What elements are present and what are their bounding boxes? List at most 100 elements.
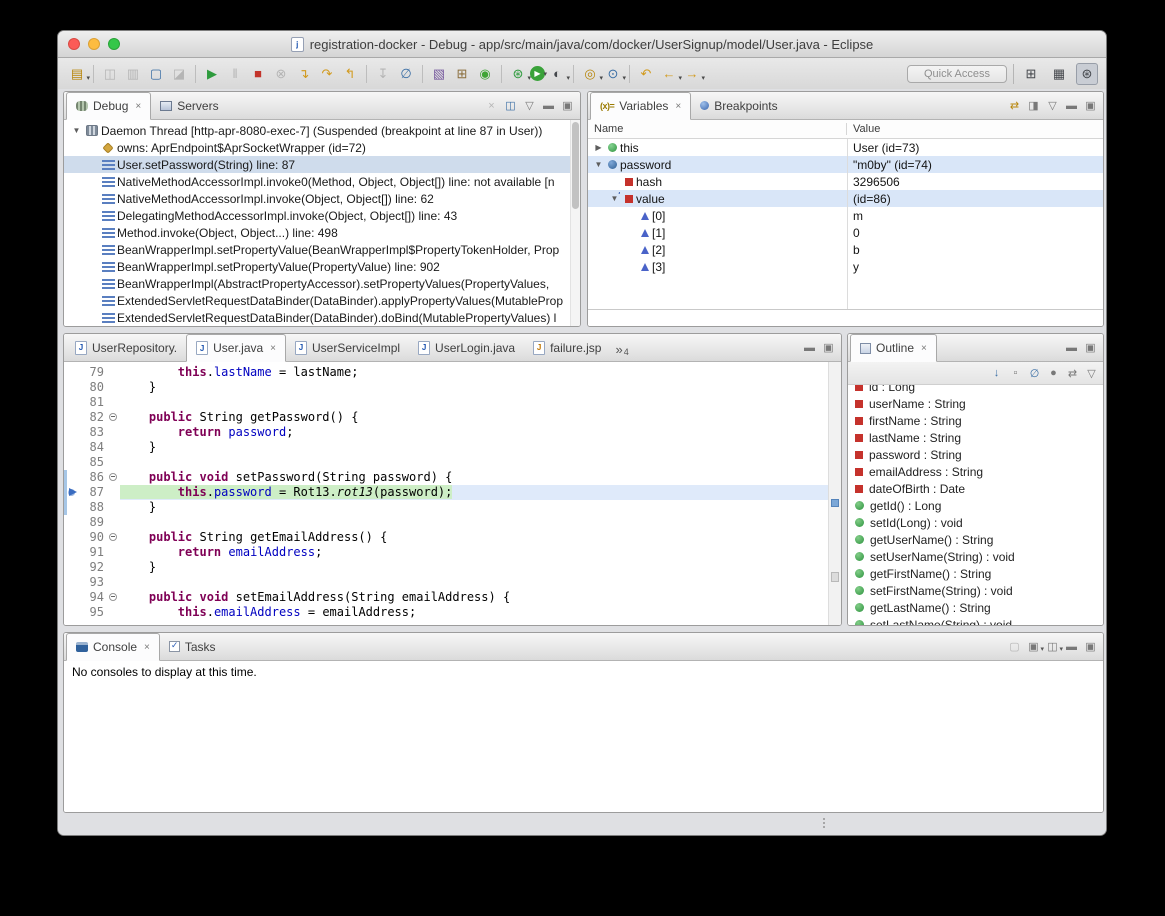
outline-item[interactable]: lastName : String	[855, 429, 1103, 446]
breakpoint-ruler-cell[interactable]	[64, 470, 80, 485]
fold-ruler-cell[interactable]	[107, 515, 120, 530]
breakpoint-ruler-cell[interactable]	[64, 380, 80, 395]
variable-row[interactable]: [0] m	[588, 207, 1103, 224]
step-return-icon[interactable]: ↰	[339, 63, 361, 85]
debug-tree-row[interactable]: ExtendedServletRequestDataBinder(DataBin…	[64, 292, 580, 309]
remove-terminated-icon[interactable]: ×	[483, 97, 500, 114]
title-bar[interactable]: j registration-docker - Debug - app/src/…	[58, 31, 1106, 58]
tab-user-repository[interactable]: UserRepository.	[66, 334, 186, 361]
code-line[interactable]: 89	[64, 515, 828, 530]
code-line[interactable]: 88 }	[64, 500, 828, 515]
annotation-icon[interactable]: ◪	[168, 63, 190, 85]
debug-tree-row[interactable]: ExtendedServletRequestDataBinder(DataBin…	[64, 309, 580, 326]
column-divider[interactable]	[847, 139, 848, 309]
minimize-button[interactable]	[88, 38, 100, 50]
code-line[interactable]: 95 this.emailAddress = emailAddress;	[64, 605, 828, 620]
collapse-icon[interactable]	[109, 473, 117, 481]
run-icon[interactable]: ▶	[530, 66, 545, 81]
code-line[interactable]: 81	[64, 395, 828, 410]
breakpoint-ruler-cell[interactable]	[64, 455, 80, 470]
forward-icon[interactable]: →	[681, 63, 703, 85]
variable-row[interactable]: hash 3296506	[588, 173, 1103, 190]
outline-list[interactable]: id : Long userName : String firstName : …	[848, 385, 1103, 625]
code-area[interactable]: 79 this.lastName = lastName;80 }8182 pub…	[64, 362, 828, 625]
variable-row[interactable]: ▼ value (id=86)	[588, 190, 1103, 207]
collapse-icon[interactable]	[109, 413, 117, 421]
tab-close-icon[interactable]: ×	[144, 642, 150, 653]
fold-ruler-cell[interactable]	[107, 590, 120, 605]
fold-ruler-cell[interactable]	[107, 575, 120, 590]
coverage-icon[interactable]: ◐	[546, 63, 568, 85]
debug-tree-row[interactable]: Method.invoke(Object, Object...) line: 4…	[64, 224, 580, 241]
breakpoint-ruler-cell[interactable]	[64, 530, 80, 545]
minimize-view-icon[interactable]: ▬	[1063, 97, 1080, 114]
fold-ruler-cell[interactable]	[107, 530, 120, 545]
minimize-view-icon[interactable]: ▬	[540, 97, 557, 114]
maximize-view-icon[interactable]: ▣	[559, 97, 576, 114]
outline-item[interactable]: setUserName(String) : void	[855, 548, 1103, 565]
range-marker[interactable]	[831, 572, 839, 582]
drop-to-frame-icon[interactable]: ↧	[372, 63, 394, 85]
display-selected-console-icon[interactable]: ▣	[1025, 638, 1042, 655]
outline-item[interactable]: setFirstName(String) : void	[855, 582, 1103, 599]
breakpoint-ruler-cell[interactable]	[64, 605, 80, 620]
code-line[interactable]: 79 this.lastName = lastName;	[64, 365, 828, 380]
tab-outline[interactable]: Outline ×	[850, 334, 937, 362]
fold-ruler-cell[interactable]	[107, 425, 120, 440]
zoom-button[interactable]	[108, 38, 120, 50]
expander-icon[interactable]: ▶	[592, 143, 605, 152]
tab-breakpoints[interactable]: Breakpoints	[691, 92, 786, 119]
code-line[interactable]: 90 public String getEmailAddress() {	[64, 530, 828, 545]
view-menu-icon[interactable]: ▽	[521, 97, 538, 114]
breakpoint-ruler-cell[interactable]	[64, 365, 80, 380]
maximize-view-icon[interactable]: ▣	[1082, 339, 1099, 356]
code-line[interactable]: 92 }	[64, 560, 828, 575]
debug-tree-row[interactable]: BeanWrapperImpl.setPropertyValue(Propert…	[64, 258, 580, 275]
maximize-view-icon[interactable]: ▣	[820, 339, 837, 356]
clear-console-icon[interactable]: ▢	[1006, 638, 1023, 655]
show-logical-structure-icon[interactable]: ⇄	[1006, 97, 1023, 114]
variable-row[interactable]: ▶ this User (id=73)	[588, 139, 1103, 156]
fold-ruler-cell[interactable]	[107, 380, 120, 395]
connect-debugger-icon[interactable]: ◫	[502, 97, 519, 114]
console-output[interactable]: No consoles to display at this time.	[64, 661, 1103, 812]
debug-launch-tree[interactable]: ▼ Daemon Thread [http-apr-8080-exec-7] (…	[64, 120, 580, 326]
breakpoint-ruler-cell[interactable]	[64, 590, 80, 605]
new-package-icon[interactable]: ⊞	[451, 63, 473, 85]
maximize-view-icon[interactable]: ▣	[1082, 638, 1099, 655]
expander-icon[interactable]: ▼	[592, 160, 605, 169]
code-line[interactable]: 94 public void setEmailAddress(String em…	[64, 590, 828, 605]
outline-item[interactable]: getFirstName() : String	[855, 565, 1103, 582]
code-line[interactable]: 91 return emailAddress;	[64, 545, 828, 560]
variable-row[interactable]: [1] 0	[588, 224, 1103, 241]
code-line[interactable]: 84 }	[64, 440, 828, 455]
disconnect-icon[interactable]: ⊗	[270, 63, 292, 85]
maximize-view-icon[interactable]: ▣	[1082, 97, 1099, 114]
outline-item[interactable]: firstName : String	[855, 412, 1103, 429]
layout-icon[interactable]: ◨	[1025, 97, 1042, 114]
suspend-icon[interactable]: ‖	[224, 63, 246, 85]
column-header-value[interactable]: Value	[847, 123, 1103, 135]
outline-item[interactable]: password : String	[855, 446, 1103, 463]
quick-access-button[interactable]: Quick Access	[907, 65, 1007, 83]
outline-item[interactable]: getId() : Long	[855, 497, 1103, 514]
overview-ruler[interactable]	[828, 362, 841, 625]
minimize-view-icon[interactable]: ▬	[1063, 339, 1080, 356]
code-line[interactable]: 83 return password;	[64, 425, 828, 440]
column-header-name[interactable]: Name	[588, 123, 847, 135]
fold-ruler-cell[interactable]	[107, 485, 120, 500]
tab-close-icon[interactable]: ×	[921, 343, 927, 354]
debug-perspective-icon[interactable]: ⊛	[1076, 63, 1098, 85]
console-monitor-icon[interactable]: ▢	[145, 63, 167, 85]
tab-tasks[interactable]: Tasks	[160, 633, 225, 660]
detail-pane-sash[interactable]	[588, 309, 1103, 310]
resize-grip[interactable]	[823, 818, 825, 828]
last-edit-location-icon[interactable]: ↶	[635, 63, 657, 85]
fold-ruler-cell[interactable]	[107, 545, 120, 560]
debug-tree-row[interactable]: ▼ Daemon Thread [http-apr-8080-exec-7] (…	[64, 122, 580, 139]
outline-item[interactable]: setLastName(String) : void	[855, 616, 1103, 625]
sort-icon[interactable]: ↓	[988, 365, 1005, 382]
save-icon[interactable]: ◫	[99, 63, 121, 85]
code-line[interactable]: 82 public String getPassword() {	[64, 410, 828, 425]
code-line[interactable]: 80 }	[64, 380, 828, 395]
